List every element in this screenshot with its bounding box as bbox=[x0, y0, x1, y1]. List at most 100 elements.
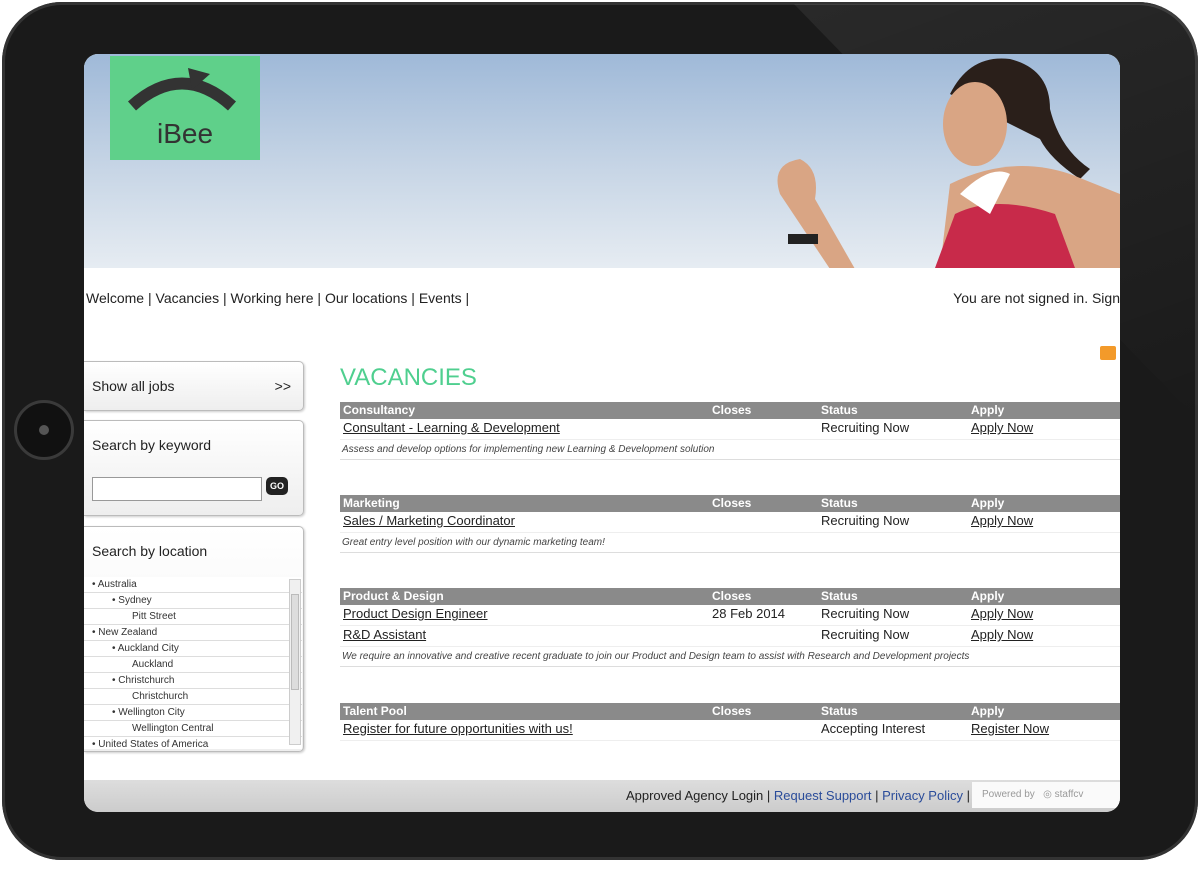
location-label: Pitt Street bbox=[132, 611, 176, 622]
group-name: Marketing bbox=[343, 496, 400, 510]
location-item[interactable]: • Christchurch bbox=[84, 673, 302, 689]
keyword-label: Search by keyword bbox=[92, 437, 212, 453]
job-title-link[interactable]: Consultant - Learning & Development bbox=[343, 420, 560, 435]
rss-icon[interactable] bbox=[1100, 346, 1116, 360]
job-title-link[interactable]: R&D Assistant bbox=[343, 627, 426, 642]
footer: Approved Agency Login | Request Support … bbox=[84, 780, 1120, 812]
main-nav: Welcome | Vacancies | Working here | Our… bbox=[86, 290, 470, 306]
signin-status[interactable]: You are not signed in. Sign bbox=[953, 290, 1120, 306]
job-status: Recruiting Now bbox=[821, 627, 910, 642]
location-label: Auckland bbox=[132, 659, 174, 670]
location-item[interactable]: • United States of America bbox=[84, 737, 302, 749]
powered-by[interactable]: Powered by ◎ staffcv bbox=[972, 782, 1120, 808]
group-header: Marketing Closes Status Apply bbox=[340, 495, 1120, 512]
location-item[interactable]: Wellington Central bbox=[84, 721, 302, 737]
privacy-policy-link[interactable]: Privacy Policy bbox=[882, 788, 963, 803]
status-header: Status bbox=[821, 496, 858, 510]
agency-login-link[interactable]: Approved Agency Login bbox=[626, 788, 763, 803]
arrow-icon: >> bbox=[274, 378, 291, 394]
group-header: Product & Design Closes Status Apply bbox=[340, 588, 1120, 605]
logo[interactable]: iBee bbox=[110, 56, 260, 160]
closes-header: Closes bbox=[712, 496, 752, 510]
location-scrollbar[interactable] bbox=[289, 579, 301, 745]
job-row: Consultant - Learning & Development Recru… bbox=[340, 419, 1120, 440]
location-label: Wellington City bbox=[118, 707, 185, 718]
apply-link[interactable]: Apply Now bbox=[971, 627, 1033, 642]
location-label: Christchurch bbox=[132, 691, 189, 702]
vacancy-group: Talent Pool Closes Status Apply Register for… bbox=[340, 703, 1120, 741]
nav-events[interactable]: Events bbox=[419, 290, 462, 306]
keyword-input[interactable] bbox=[92, 477, 262, 501]
apply-header: Apply bbox=[971, 589, 1005, 603]
job-title-link[interactable]: Sales / Marketing Coordinator bbox=[343, 513, 515, 528]
keyword-search-box: Search by keyword GO bbox=[84, 420, 304, 516]
location-item[interactable]: Pitt Street bbox=[84, 609, 302, 625]
go-button[interactable]: GO bbox=[266, 477, 288, 495]
vacancy-group: Product & Design Closes Status Apply Product… bbox=[340, 588, 1120, 667]
status-header: Status bbox=[821, 403, 858, 417]
home-button[interactable] bbox=[14, 400, 74, 460]
group-name: Product & Design bbox=[343, 589, 444, 603]
apply-header: Apply bbox=[971, 496, 1005, 510]
location-item[interactable]: Auckland bbox=[84, 657, 302, 673]
job-title-link[interactable]: Register for future opportunities with u… bbox=[343, 721, 573, 736]
nav-our-locations[interactable]: Our locations bbox=[325, 290, 407, 306]
group-name: Talent Pool bbox=[343, 704, 407, 718]
location-item[interactable]: • Australia bbox=[84, 577, 302, 593]
logo-arrow-icon bbox=[127, 68, 237, 111]
group-description: Great entry level position with our dyna… bbox=[340, 533, 1120, 553]
location-label: New Zealand bbox=[98, 627, 158, 638]
job-row: R&D Assistant Recruiting Now Apply Now bbox=[340, 626, 1120, 647]
group-header: Consultancy Closes Status Apply bbox=[340, 402, 1120, 419]
job-closes: 28 Feb 2014 bbox=[712, 606, 786, 621]
logo-text: iBee bbox=[156, 118, 214, 149]
closes-header: Closes bbox=[712, 704, 752, 718]
job-row: Register for future opportunities with u… bbox=[340, 720, 1120, 741]
group-description: We require an innovative and creative re… bbox=[340, 647, 1120, 667]
job-status: Recruiting Now bbox=[821, 420, 910, 435]
apply-header: Apply bbox=[971, 704, 1005, 718]
screen: iBee Welcome | Vacancies | Working here … bbox=[84, 54, 1120, 812]
brand-label: staffcv bbox=[1054, 789, 1084, 800]
tablet-frame: iBee Welcome | Vacancies | Working here … bbox=[2, 2, 1200, 860]
vacancy-group: Marketing Closes Status Apply Sales / Market… bbox=[340, 495, 1120, 553]
location-list: • Australia • Sydney Pitt Street • New Zeal… bbox=[84, 577, 302, 749]
apply-header: Apply bbox=[971, 403, 1005, 417]
location-label: Wellington Central bbox=[132, 723, 214, 734]
apply-link[interactable]: Apply Now bbox=[971, 606, 1033, 621]
apply-link[interactable]: Apply Now bbox=[971, 420, 1033, 435]
nav-welcome[interactable]: Welcome bbox=[86, 290, 144, 306]
job-row: Product Design Engineer 28 Feb 2014 Recrui… bbox=[340, 605, 1120, 626]
apply-link[interactable]: Apply Now bbox=[971, 513, 1033, 528]
location-item[interactable]: Christchurch bbox=[84, 689, 302, 705]
runner-image bbox=[777, 58, 1120, 268]
closes-header: Closes bbox=[712, 403, 752, 417]
group-name: Consultancy bbox=[343, 403, 416, 417]
banner: iBee bbox=[84, 54, 1120, 268]
group-header: Talent Pool Closes Status Apply bbox=[340, 703, 1120, 720]
show-all-jobs-button[interactable]: Show all jobs >> bbox=[84, 361, 304, 411]
show-all-label: Show all jobs bbox=[92, 378, 175, 394]
location-label: Search by location bbox=[92, 543, 208, 559]
location-label: Sydney bbox=[118, 595, 152, 606]
page-title: VACANCIES bbox=[340, 364, 477, 391]
closes-header: Closes bbox=[712, 589, 752, 603]
location-item[interactable]: • Sydney bbox=[84, 593, 302, 609]
location-item[interactable]: • Auckland City bbox=[84, 641, 302, 657]
apply-link[interactable]: Register Now bbox=[971, 721, 1049, 736]
powered-label: Powered by bbox=[982, 789, 1035, 800]
location-label: Christchurch bbox=[118, 675, 175, 686]
location-label: Australia bbox=[97, 579, 137, 590]
group-description: Assess and develop options for implement… bbox=[340, 440, 1120, 460]
nav-vacancies[interactable]: Vacancies bbox=[156, 290, 220, 306]
job-status: Accepting Interest bbox=[821, 721, 926, 736]
request-support-link[interactable]: Request Support bbox=[774, 788, 872, 803]
job-title-link[interactable]: Product Design Engineer bbox=[343, 606, 488, 621]
location-item[interactable]: • New Zealand bbox=[84, 625, 302, 641]
nav-working-here[interactable]: Working here bbox=[231, 290, 314, 306]
status-header: Status bbox=[821, 589, 858, 603]
job-row: Sales / Marketing Coordinator Recruiting … bbox=[340, 512, 1120, 533]
location-label: United States of America bbox=[98, 739, 209, 749]
location-item[interactable]: • Wellington City bbox=[84, 705, 302, 721]
job-status: Recruiting Now bbox=[821, 513, 910, 528]
